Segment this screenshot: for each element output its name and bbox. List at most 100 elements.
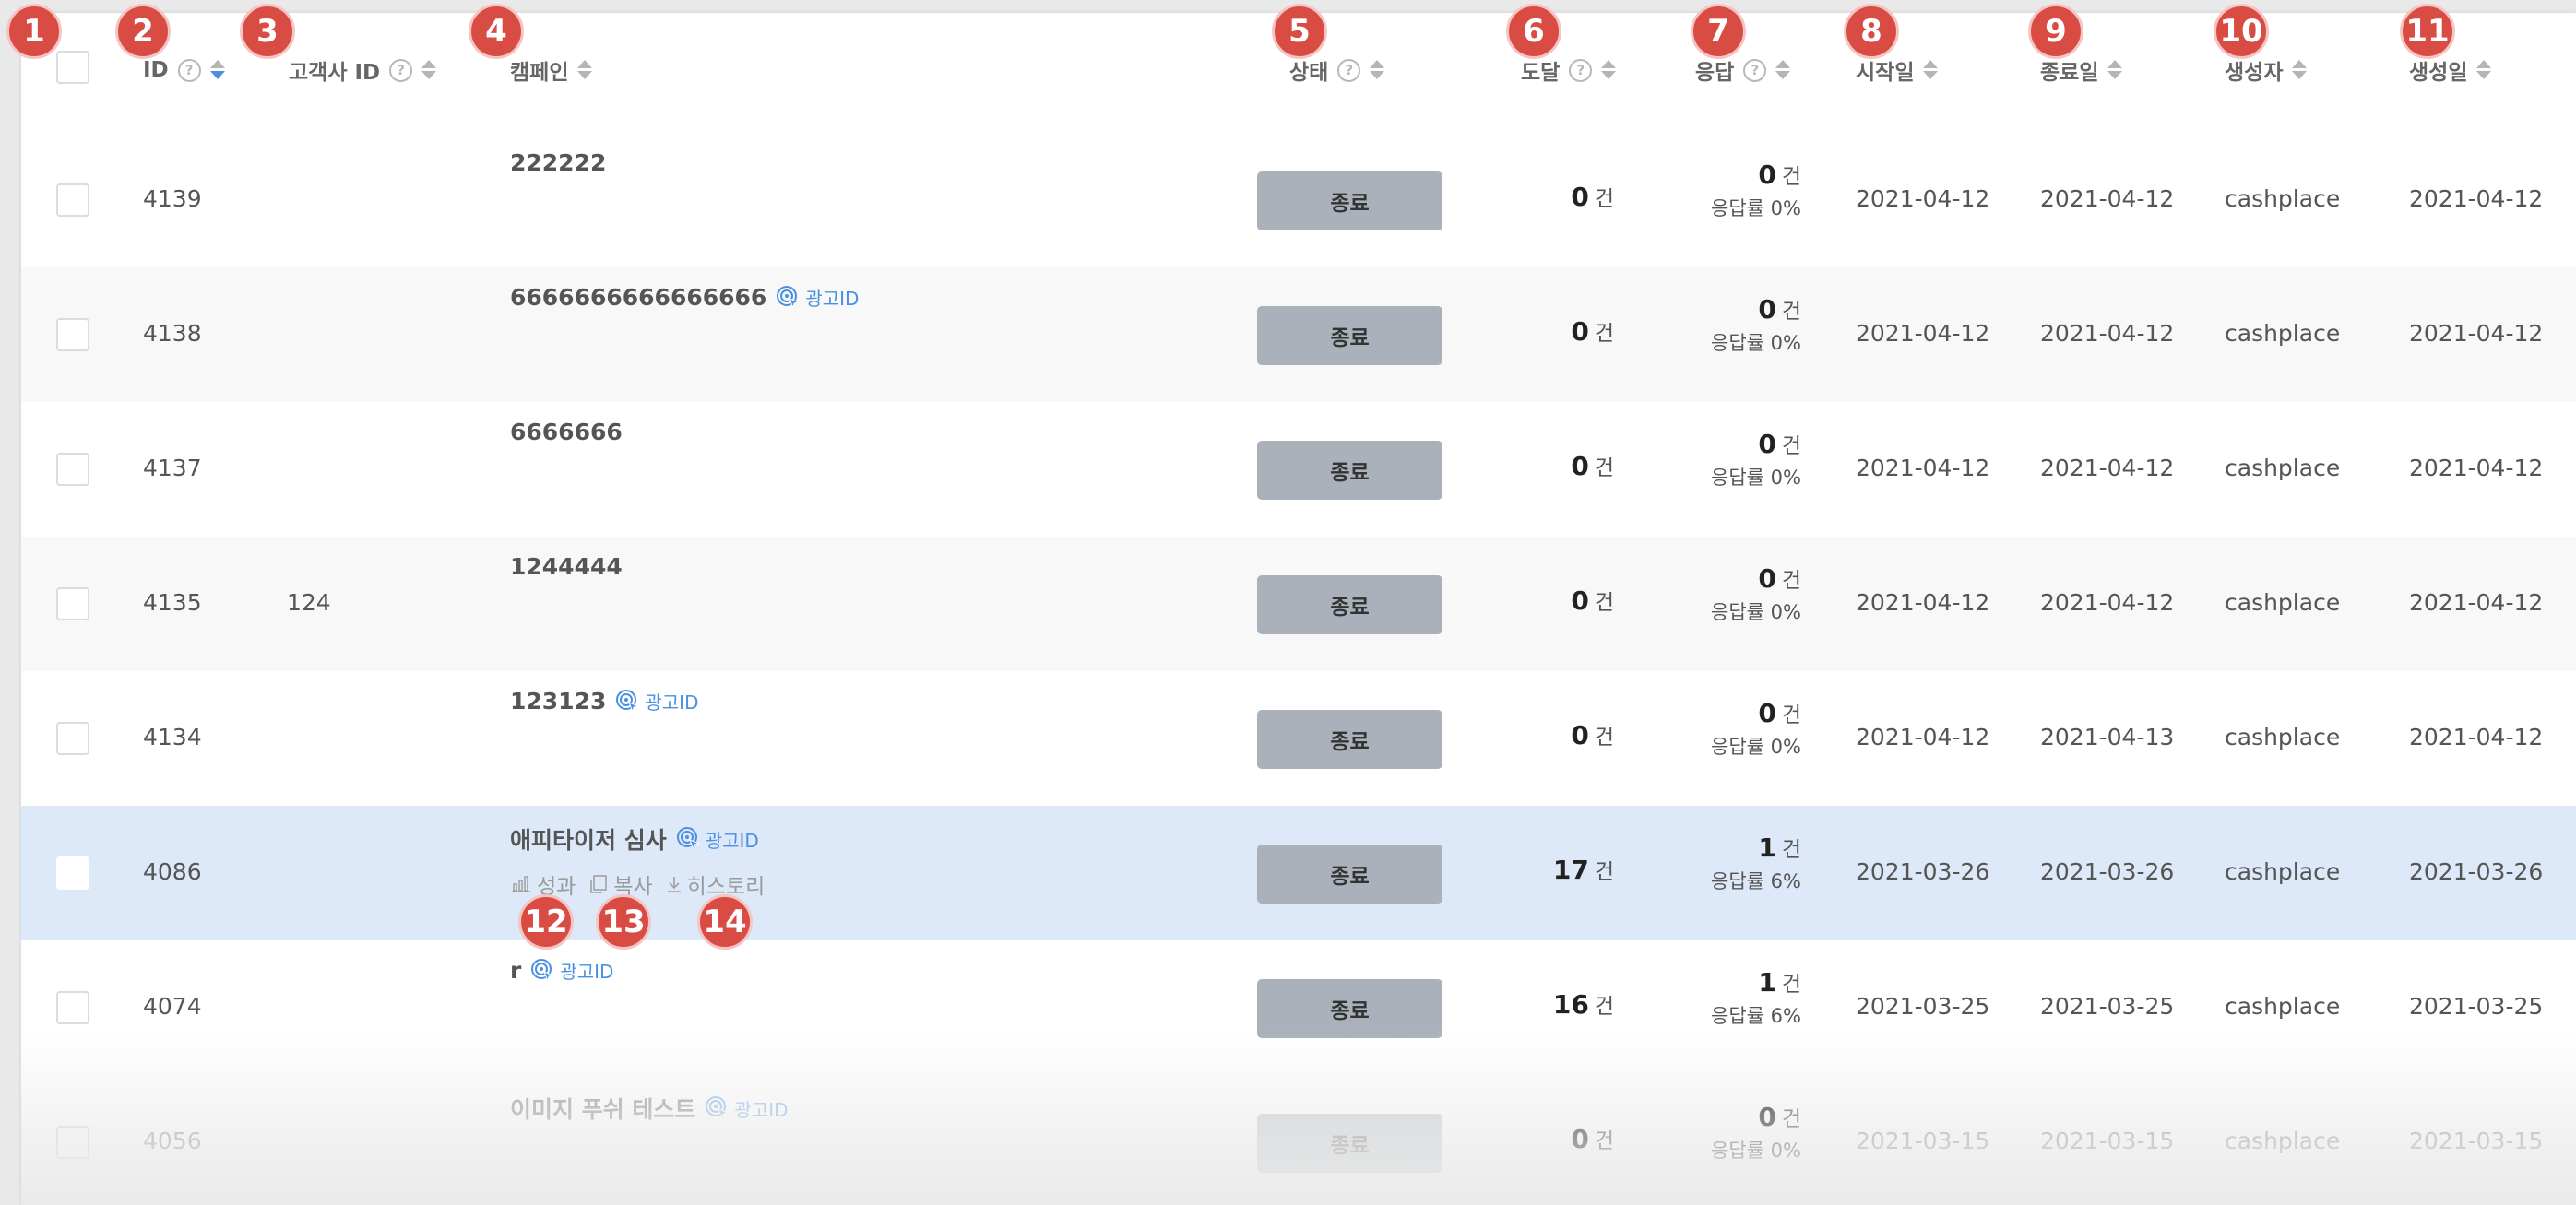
response-rate: 응답률 0% [1711, 1136, 1801, 1164]
campaign-name-link[interactable]: 이미지 푸쉬 테스트 [510, 1092, 695, 1125]
response-rate: 응답률 0% [1711, 597, 1801, 625]
response-rate-prefix: 응답률 [1711, 332, 1771, 354]
response-rate-value: 0% [1770, 736, 1801, 758]
table-row[interactable]: 4134 123123 광고ID 종료 0 건 0 건 응답률 0% 2021-04-12 2021… [21, 671, 2576, 806]
cell-start-date: 2021-04-12 [1856, 185, 1990, 212]
cell-reach: 17 건 [1553, 854, 1614, 885]
column-header-id[interactable]: ID ? [143, 52, 225, 89]
response-count: 0 [1758, 294, 1776, 325]
sort-icon[interactable] [577, 59, 593, 81]
ad-id-link[interactable]: 광고ID [676, 826, 759, 853]
cell-creator: cashplace [2225, 320, 2341, 347]
help-icon[interactable]: ? [1569, 58, 1593, 82]
ad-id-label: 광고ID [734, 1098, 789, 1121]
status-button[interactable]: 종료 [1257, 441, 1442, 500]
cell-id: 4138 [143, 320, 202, 347]
reach-unit: 건 [1594, 726, 1614, 750]
response-rate-prefix: 응답률 [1711, 197, 1771, 219]
cell-start-date: 2021-04-12 [1856, 320, 1990, 347]
column-header-start-date-label: 시작일 [1856, 61, 1915, 85]
status-button[interactable]: 종료 [1257, 845, 1442, 904]
sort-icon[interactable] [209, 59, 225, 81]
column-header-client-id[interactable]: 고객사 ID ? [289, 52, 437, 89]
status-button[interactable]: 종료 [1257, 306, 1442, 365]
table-row[interactable]: 4139 222222 종료 0 건 0 건 응답률 0% 2021-04-12 2021-04-… [21, 133, 2576, 267]
campaign-cell: 6666666666666666 광고ID [510, 284, 859, 311]
cell-creator: cashplace [2225, 455, 2341, 481]
cell-response: 0 건 응답률 0% [1711, 159, 1801, 221]
cell-response: 0 건 응답률 0% [1711, 428, 1801, 490]
row-checkbox[interactable] [56, 1126, 89, 1159]
cell-id: 4139 [143, 185, 202, 212]
sort-icon[interactable] [1775, 59, 1791, 81]
reach-unit: 건 [1594, 322, 1614, 346]
cell-creator: cashplace [2225, 589, 2341, 616]
column-header-campaign[interactable]: 캠페인 [510, 52, 593, 89]
status-button[interactable]: 종료 [1257, 1114, 1442, 1173]
sort-icon[interactable] [1923, 59, 1939, 81]
campaign-name-link[interactable]: r [510, 957, 521, 984]
row-checkbox[interactable] [56, 183, 89, 217]
response-count: 0 [1758, 698, 1776, 728]
sort-icon[interactable] [2107, 59, 2123, 81]
sort-icon[interactable] [1601, 59, 1617, 81]
row-checkbox[interactable] [56, 856, 89, 890]
cell-response: 0 건 응답률 0% [1711, 562, 1801, 625]
help-icon[interactable]: ? [1337, 58, 1361, 82]
table-row[interactable]: 4074 r 광고ID 종료 16 건 1 건 응답률 6% 2021-03-25 2021-03-… [21, 940, 2576, 1075]
response-rate-value: 0% [1770, 467, 1801, 489]
select-all-checkbox[interactable] [56, 51, 89, 84]
campaign-name-link[interactable]: 123123 [510, 688, 606, 715]
status-button[interactable]: 종료 [1257, 710, 1442, 769]
response-rate-value: 0% [1770, 1140, 1801, 1162]
response-unit: 건 [1781, 838, 1801, 862]
response-rate: 응답률 0% [1711, 732, 1801, 760]
ad-id-link[interactable]: 광고ID [530, 957, 613, 984]
table-row[interactable]: 4137 6666666 종료 0 건 0 건 응답률 0% 2021-04-12 2021-04… [21, 402, 2576, 537]
annotation-badge: 10 [2214, 4, 2269, 59]
row-checkbox[interactable] [56, 453, 89, 486]
campaign-name-link[interactable]: 1244444 [510, 553, 623, 580]
response-rate-prefix: 응답률 [1711, 467, 1771, 489]
cell-reach: 0건 [1571, 1123, 1614, 1154]
cell-created-date: 2021-04-12 [2409, 185, 2544, 212]
campaign-name-link[interactable]: 222222 [510, 149, 606, 176]
row-checkbox[interactable] [56, 991, 89, 1024]
sort-icon[interactable] [2476, 59, 2492, 81]
sort-icon[interactable] [2292, 59, 2308, 81]
table-row[interactable]: 4056 이미지 푸쉬 테스트 광고ID 종료 0 건 0 건 응답률 0% 2021-03-15… [21, 1075, 2576, 1205]
sort-icon[interactable] [421, 59, 437, 81]
row-checkbox[interactable] [56, 587, 89, 620]
response-count: 0 [1758, 159, 1776, 190]
target-cursor-icon [676, 827, 701, 851]
campaign-name-link[interactable]: 6666666 [510, 419, 623, 445]
cell-created-date: 2021-04-12 [2409, 724, 2544, 750]
cell-reach: 0건 [1571, 181, 1614, 212]
status-button[interactable]: 종료 [1257, 171, 1442, 230]
target-cursor-icon [616, 689, 641, 714]
ad-id-link[interactable]: 광고ID [615, 688, 698, 715]
reach-count: 0 [1571, 720, 1589, 750]
annotation-badge: 2 [115, 4, 171, 59]
help-icon[interactable]: ? [389, 58, 413, 82]
status-button[interactable]: 종료 [1257, 575, 1442, 634]
response-rate: 응답률 6% [1711, 867, 1801, 894]
table-row[interactable]: 4135 124 1244444 종료 0 건 0 건 응답률 0% 2021-04-12 2021… [21, 537, 2576, 671]
ad-id-link[interactable]: 광고ID [776, 284, 859, 311]
campaign-name-link[interactable]: 6666666666666666 [510, 284, 766, 311]
cell-id: 4137 [143, 455, 202, 481]
table-row[interactable]: 4086 애피타이저 심사 광고ID 성과 복사 히스토리 종료 17 건 1 건 응답률 6% 202… [21, 806, 2576, 940]
help-icon[interactable]: ? [177, 58, 201, 82]
column-header-reach-label: 도달 [1521, 61, 1561, 85]
ad-id-link[interactable]: 광고ID [705, 1095, 789, 1122]
table-row[interactable]: 4138 6666666666666666 광고ID 종료 0 건 0 건 응답률 0% 2021… [21, 267, 2576, 402]
column-header-end-date-label: 종료일 [2040, 61, 2099, 85]
response-rate-value: 6% [1770, 1005, 1801, 1027]
row-checkbox[interactable] [56, 318, 89, 351]
row-checkbox[interactable] [56, 722, 89, 755]
sort-icon[interactable] [1370, 59, 1385, 81]
status-button[interactable]: 종료 [1257, 979, 1442, 1038]
help-icon[interactable]: ? [1743, 58, 1767, 82]
campaign-name-link[interactable]: 애피타이저 심사 [510, 822, 667, 856]
cell-reach: 0건 [1571, 450, 1614, 481]
